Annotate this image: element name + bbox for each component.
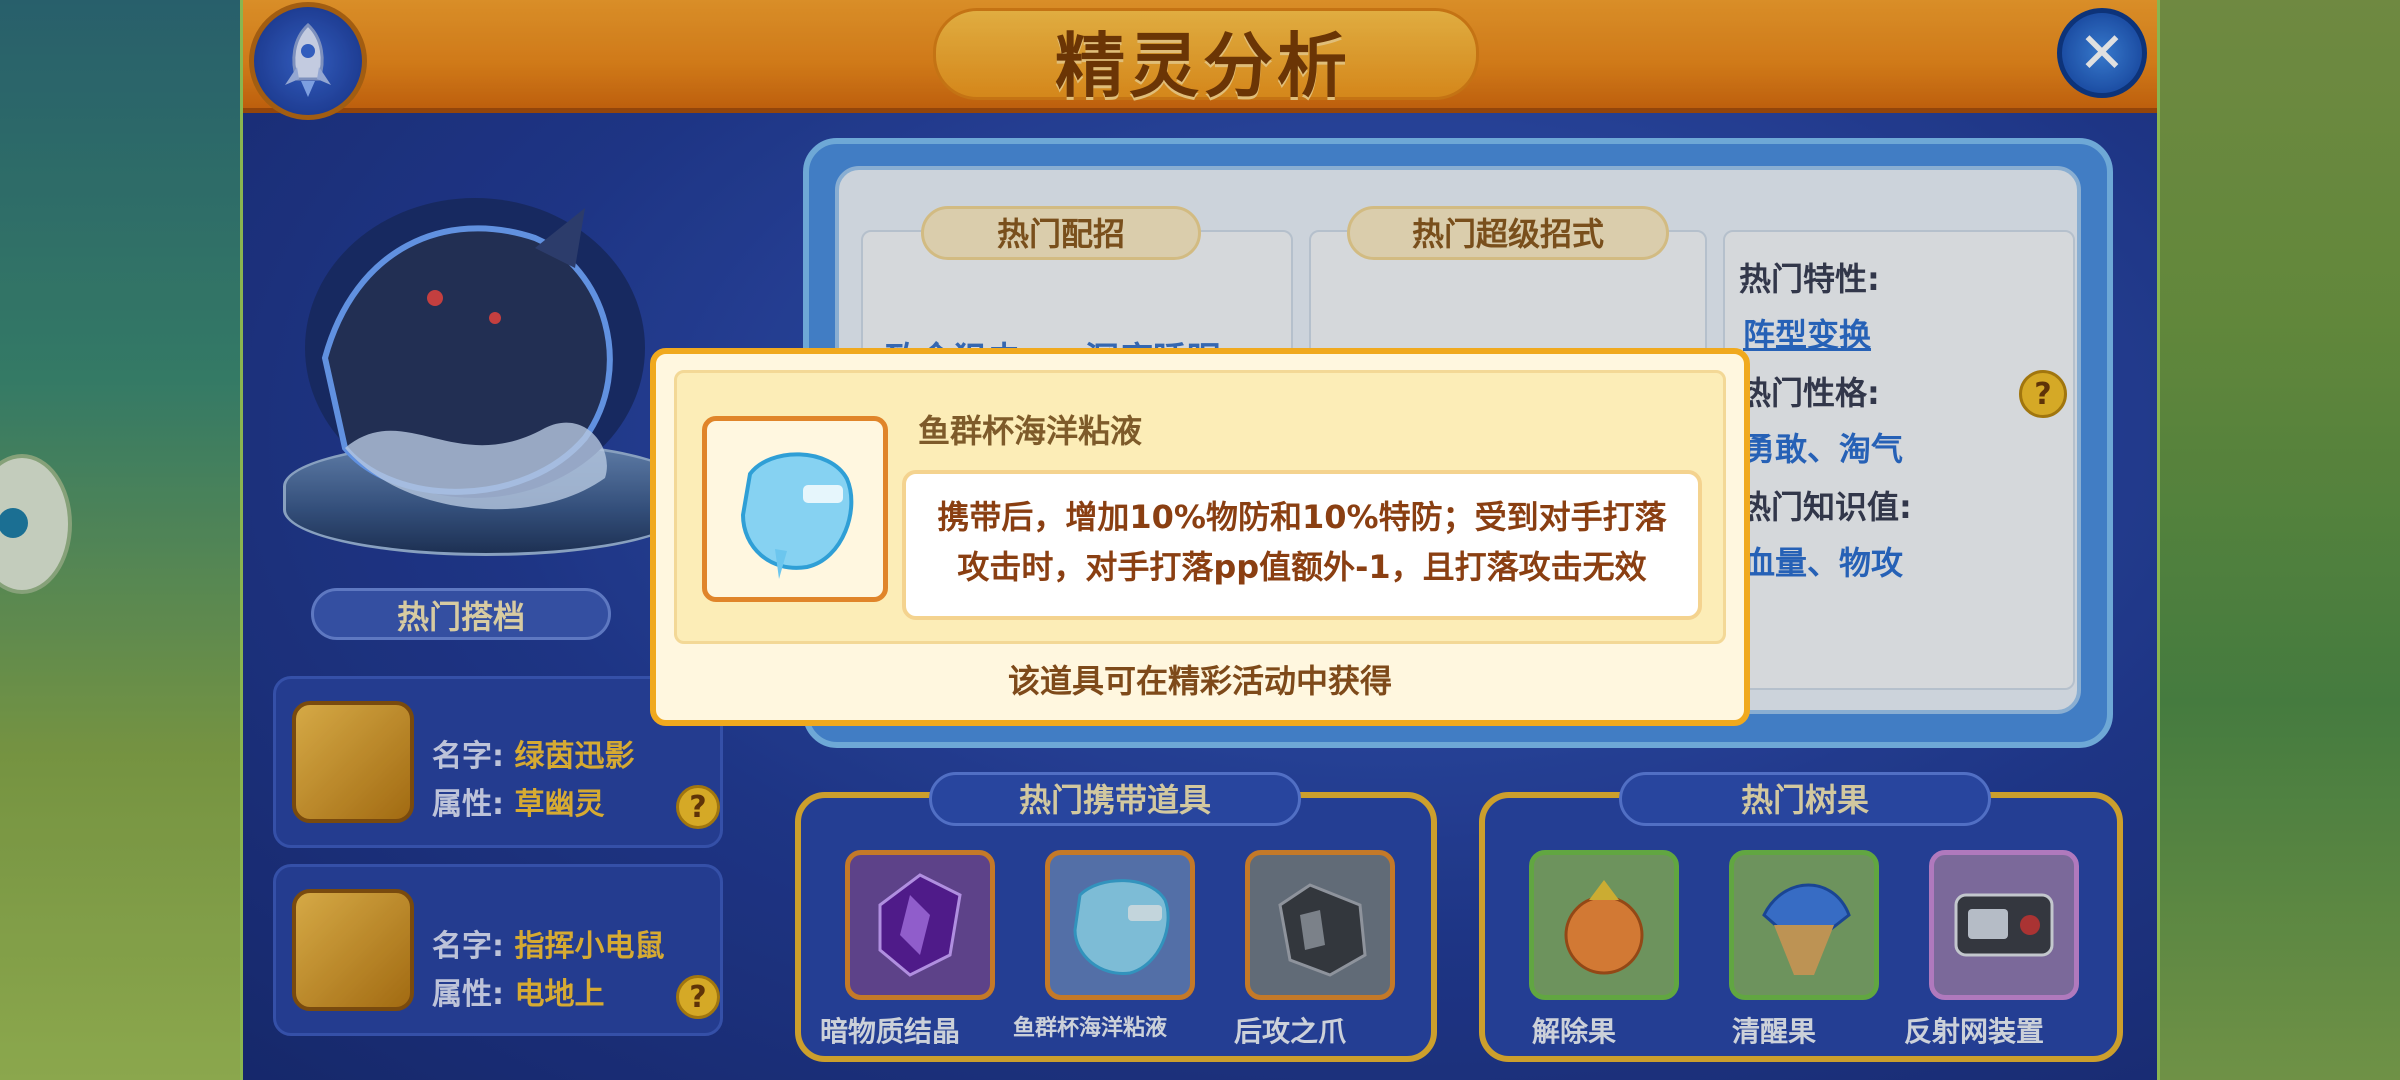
popup-description: 携带后，增加10%物防和10%特防；受到对手打落 攻击时，对手打落pp值额外-1…: [902, 470, 1702, 620]
slime-icon: [740, 452, 854, 579]
popup-desc-line: 携带后，增加10%物防和10%特防；受到对手打落: [937, 498, 1667, 536]
popup-desc-line: 攻击时，对手打落pp值额外-1，且打落攻击无效: [957, 548, 1647, 586]
popup-item-name: 鱼群杯海洋粘液: [918, 412, 1143, 450]
item-popup: 鱼群杯海洋粘液 携带后，增加10%物防和10%特防；受到对手打落 攻击时，对手打…: [650, 348, 1750, 726]
popup-item-slot: [702, 416, 888, 602]
popup-source-text: 该道具可在精彩活动中获得: [1007, 662, 1392, 700]
